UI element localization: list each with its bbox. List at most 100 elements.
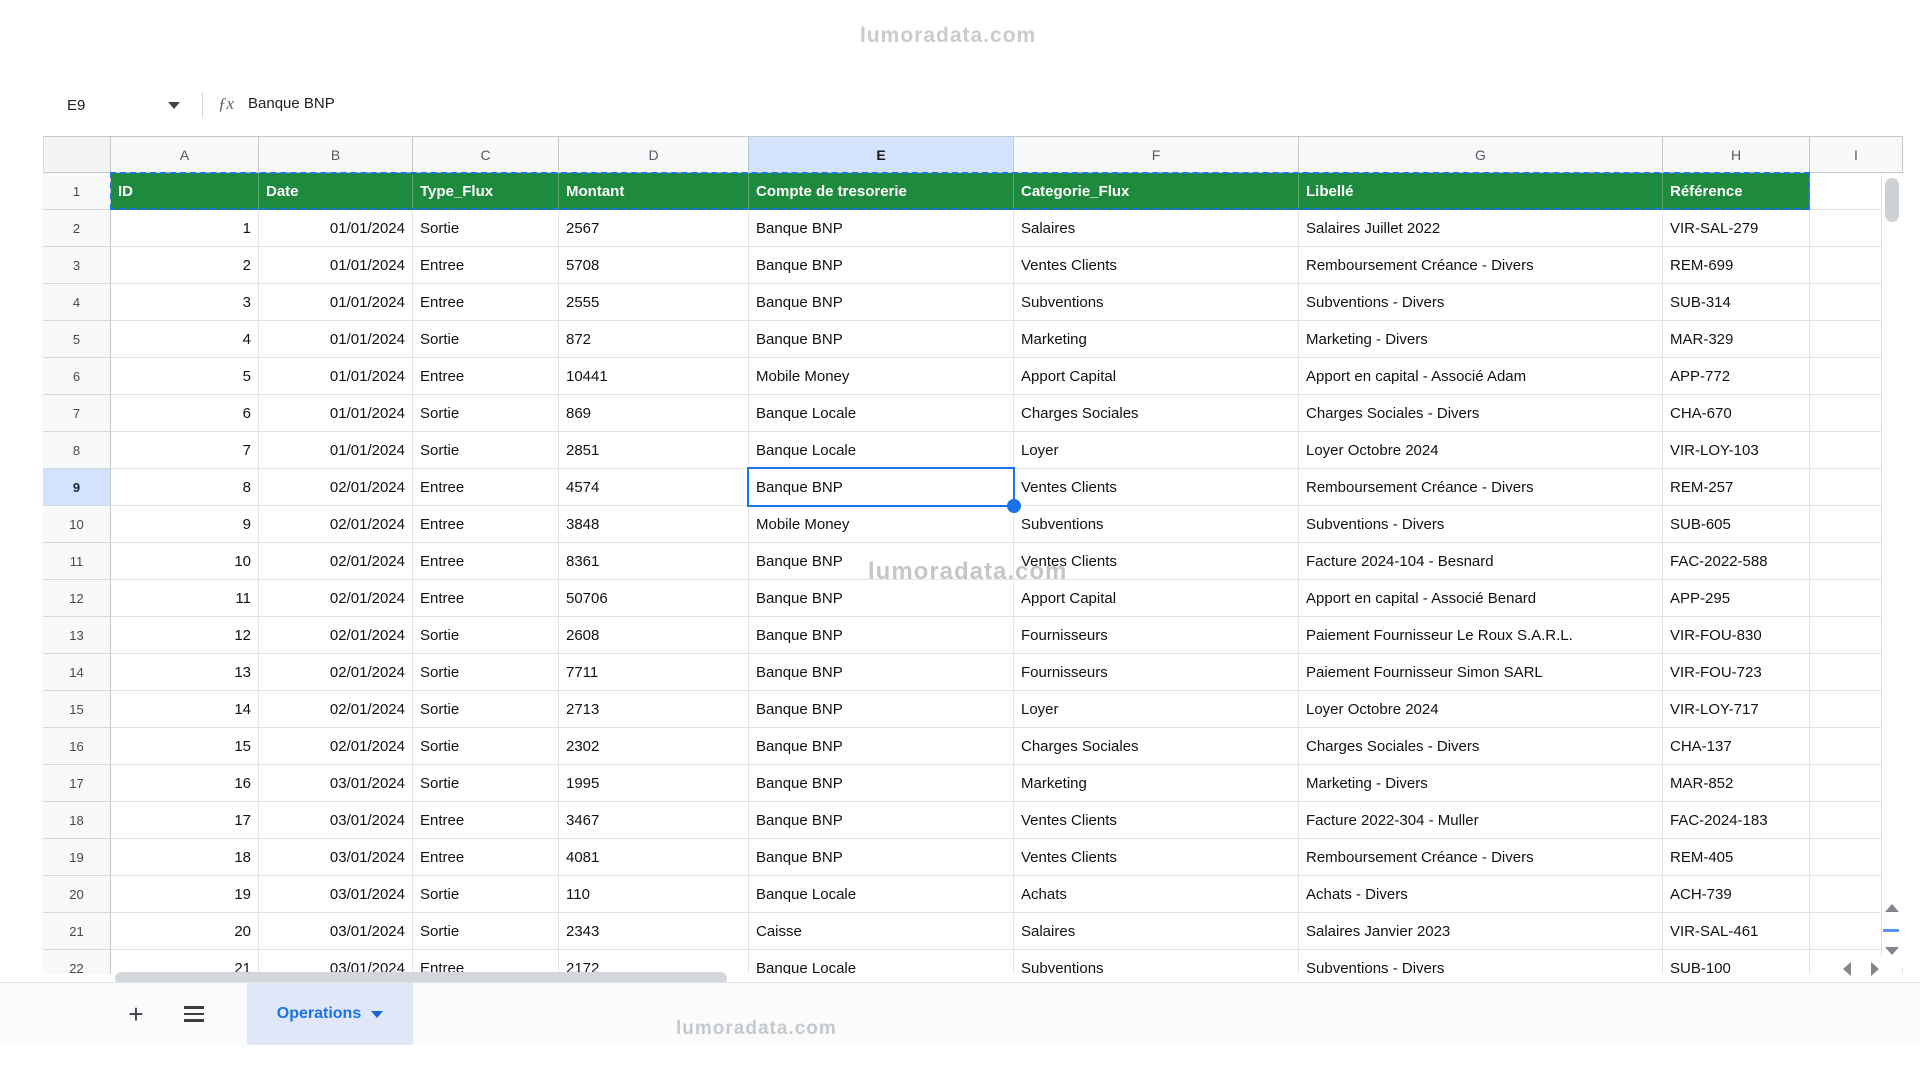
cell-H19[interactable]: REM-405 [1663,839,1810,876]
cell-A1[interactable]: ID [111,173,259,210]
cell-D1[interactable]: Montant [559,173,749,210]
cell-A15[interactable]: 14 [111,691,259,728]
cell-A2[interactable]: 1 [111,210,259,247]
row-header-19[interactable]: 19 [43,839,111,876]
cell-B16[interactable]: 02/01/2024 [259,728,413,765]
column-header-C[interactable]: C [413,136,559,173]
cell-D9[interactable]: 4574 [559,469,749,506]
cell-A4[interactable]: 3 [111,284,259,321]
sheet-tab-operations[interactable]: Operations [247,983,413,1045]
cell-C11[interactable]: Entree [413,543,559,580]
cell-C9[interactable]: Entree [413,469,559,506]
cell-E14[interactable]: Banque BNP [749,654,1014,691]
cell-C21[interactable]: Sortie [413,913,559,950]
row-header-9[interactable]: 9 [43,469,111,506]
cell-C13[interactable]: Sortie [413,617,559,654]
cell-H3[interactable]: REM-699 [1663,247,1810,284]
cell-C12[interactable]: Entree [413,580,559,617]
row-header-12[interactable]: 12 [43,580,111,617]
cell-B11[interactable]: 02/01/2024 [259,543,413,580]
column-header-B[interactable]: B [259,136,413,173]
cell-B9[interactable]: 02/01/2024 [259,469,413,506]
cell-B18[interactable]: 03/01/2024 [259,802,413,839]
cell-A7[interactable]: 6 [111,395,259,432]
cell-C22[interactable]: Entree [413,950,559,974]
column-header-F[interactable]: F [1014,136,1299,173]
cell-A16[interactable]: 15 [111,728,259,765]
cell-B12[interactable]: 02/01/2024 [259,580,413,617]
cell-C2[interactable]: Sortie [413,210,559,247]
cell-B19[interactable]: 03/01/2024 [259,839,413,876]
cell-H10[interactable]: SUB-605 [1663,506,1810,543]
cell-H13[interactable]: VIR-FOU-830 [1663,617,1810,654]
column-header-A[interactable]: A [111,136,259,173]
cell-H11[interactable]: FAC-2022-588 [1663,543,1810,580]
cell-G4[interactable]: Subventions - Divers [1299,284,1663,321]
row-header-18[interactable]: 18 [43,802,111,839]
chevron-down-icon[interactable] [371,1011,383,1018]
row-header-8[interactable]: 8 [43,432,111,469]
cell-B13[interactable]: 02/01/2024 [259,617,413,654]
cell-F15[interactable]: Loyer [1014,691,1299,728]
cell-E20[interactable]: Banque Locale [749,876,1014,913]
cell-B1[interactable]: Date [259,173,413,210]
scroll-right-button[interactable] [1862,956,1888,982]
cell-B21[interactable]: 03/01/2024 [259,913,413,950]
cell-D13[interactable]: 2608 [559,617,749,654]
cell-E21[interactable]: Caisse [749,913,1014,950]
cell-G18[interactable]: Facture 2022-304 - Muller [1299,802,1663,839]
cell-E10[interactable]: Mobile Money [749,506,1014,543]
cell-C3[interactable]: Entree [413,247,559,284]
row-header-1[interactable]: 1 [43,173,111,210]
cell-A17[interactable]: 16 [111,765,259,802]
cell-C14[interactable]: Sortie [413,654,559,691]
cell-G21[interactable]: Salaires Janvier 2023 [1299,913,1663,950]
cell-H1[interactable]: Référence [1663,173,1810,210]
cell-C19[interactable]: Entree [413,839,559,876]
fill-handle[interactable] [1007,499,1021,513]
row-header-21[interactable]: 21 [43,913,111,950]
cell-C16[interactable]: Sortie [413,728,559,765]
cell-G15[interactable]: Loyer Octobre 2024 [1299,691,1663,728]
row-header-7[interactable]: 7 [43,395,111,432]
cell-G6[interactable]: Apport en capital - Associé Adam [1299,358,1663,395]
cell-E18[interactable]: Banque BNP [749,802,1014,839]
cell-D15[interactable]: 2713 [559,691,749,728]
column-header-H[interactable]: H [1663,136,1810,173]
cell-G17[interactable]: Marketing - Divers [1299,765,1663,802]
cell-F3[interactable]: Ventes Clients [1014,247,1299,284]
row-header-6[interactable]: 6 [43,358,111,395]
cell-F17[interactable]: Marketing [1014,765,1299,802]
cell-C18[interactable]: Entree [413,802,559,839]
column-header-D[interactable]: D [559,136,749,173]
cell-G5[interactable]: Marketing - Divers [1299,321,1663,358]
cell-G1[interactable]: Libellé [1299,173,1663,210]
cell-B15[interactable]: 02/01/2024 [259,691,413,728]
cell-G8[interactable]: Loyer Octobre 2024 [1299,432,1663,469]
cell-H5[interactable]: MAR-329 [1663,321,1810,358]
cell-F21[interactable]: Salaires [1014,913,1299,950]
cell-E6[interactable]: Mobile Money [749,358,1014,395]
cell-D6[interactable]: 10441 [559,358,749,395]
cell-F10[interactable]: Subventions [1014,506,1299,543]
cell-E4[interactable]: Banque BNP [749,284,1014,321]
cell-H16[interactable]: CHA-137 [1663,728,1810,765]
cell-D12[interactable]: 50706 [559,580,749,617]
cell-F9[interactable]: Ventes Clients [1014,469,1299,506]
cell-D14[interactable]: 7711 [559,654,749,691]
cell-C20[interactable]: Sortie [413,876,559,913]
row-header-14[interactable]: 14 [43,654,111,691]
cell-D18[interactable]: 3467 [559,802,749,839]
cell-D8[interactable]: 2851 [559,432,749,469]
cell-F14[interactable]: Fournisseurs [1014,654,1299,691]
cell-G13[interactable]: Paiement Fournisseur Le Roux S.A.R.L. [1299,617,1663,654]
cell-G19[interactable]: Remboursement Créance - Divers [1299,839,1663,876]
cell-B22[interactable]: 03/01/2024 [259,950,413,974]
cell-B14[interactable]: 02/01/2024 [259,654,413,691]
cell-C5[interactable]: Sortie [413,321,559,358]
cell-G20[interactable]: Achats - Divers [1299,876,1663,913]
cell-C1[interactable]: Type_Flux [413,173,559,210]
cell-D4[interactable]: 2555 [559,284,749,321]
cell-B4[interactable]: 01/01/2024 [259,284,413,321]
cell-F4[interactable]: Subventions [1014,284,1299,321]
